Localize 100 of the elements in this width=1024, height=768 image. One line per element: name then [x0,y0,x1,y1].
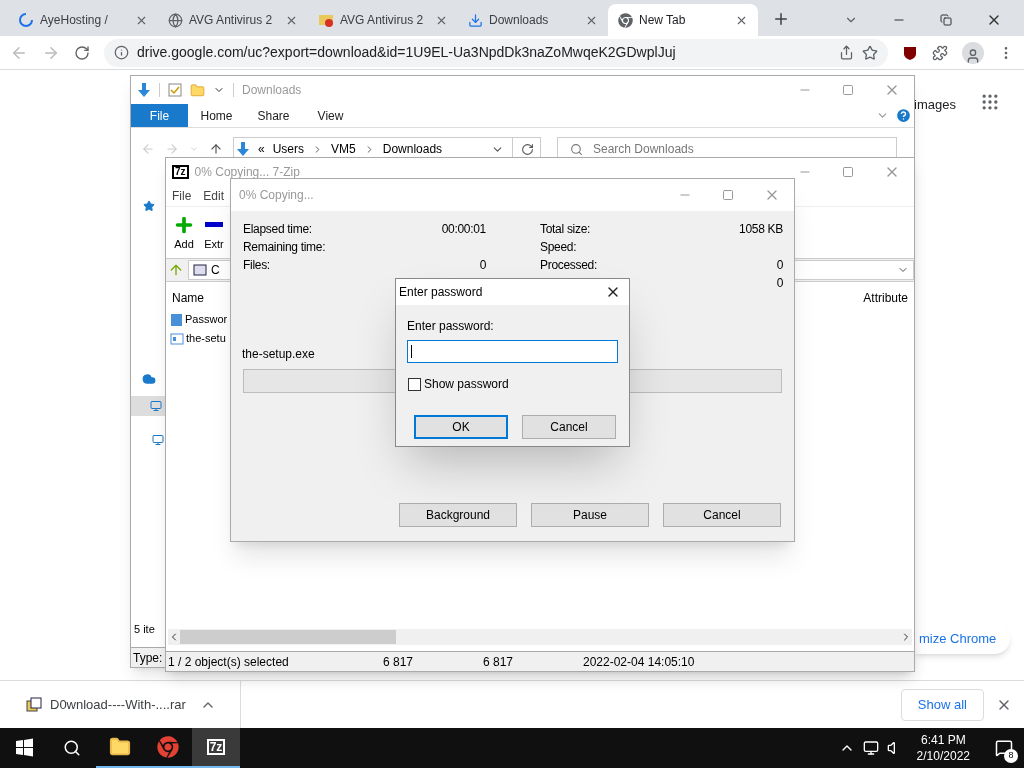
dialog-button[interactable]: OK [414,415,508,439]
stat-label: Speed: [540,239,577,256]
stat-value: 0 [776,257,783,274]
maximize-icon[interactable] [842,166,854,178]
properties-icon[interactable] [168,83,182,97]
notifications-icon[interactable] [995,739,1013,757]
document-icon [170,312,183,327]
status-text: 6 817 [482,653,515,671]
tab-title: AVG Antivirus 2 [189,12,274,29]
download-arrow-icon[interactable] [236,141,250,157]
folder-icon [109,736,131,758]
password-field[interactable] [407,340,618,363]
clock-time[interactable]: 6:41 PM [920,732,966,748]
search-icon[interactable] [63,739,81,757]
details-label: Type: [133,649,163,667]
new-tab-icon[interactable] [772,10,790,28]
ribbon-tab[interactable]: File [131,104,188,127]
window-title: 0% Copying... 7-Zip [194,164,301,181]
restore-icon[interactable] [940,14,952,26]
info-icon[interactable] [114,45,129,60]
column-header[interactable]: Name [172,289,204,307]
item-count: 5 ite [133,621,155,637]
ribbon-tab[interactable]: View [302,104,359,127]
breadcrumb-item[interactable]: VM5 [331,140,356,158]
file-name[interactable]: the-setu [186,330,226,347]
dialog-title: 0% Copying... [239,187,315,204]
program-icon [170,332,184,345]
quick-access-icon[interactable] [142,200,155,212]
menu-item[interactable]: File [172,187,192,205]
cloud-icon[interactable] [141,372,156,386]
overflow-text[interactable]: « [258,140,265,158]
download-file-name[interactable]: D0wnload----With-....rar [50,694,186,715]
stat-value: 0 [776,275,783,292]
column-header[interactable]: Attribute [863,289,908,307]
browser-tab[interactable]: Downloads [458,4,608,36]
stat-value: 0 [479,257,486,274]
menu-item[interactable]: Edit [203,187,225,205]
computer-icon [150,400,162,412]
checkbox[interactable] [408,377,421,391]
share-icon[interactable] [839,45,854,60]
toolbar-button[interactable]: Add [171,213,197,252]
maximize-icon[interactable] [722,189,734,201]
bookmark-star-icon[interactable] [862,44,878,61]
extensions-icon[interactable] [932,44,948,61]
globe-icon [168,12,183,28]
network-icon[interactable] [862,740,879,756]
scrollbar-thumb[interactable] [180,630,396,644]
ribbon-tab[interactable]: Share [245,104,302,127]
search-icon [570,142,583,156]
window-title: Downloads [242,82,303,99]
refresh-icon[interactable] [521,142,534,156]
app-logo: 7z [172,165,189,179]
dialog-button[interactable]: Pause [531,503,649,527]
status-text: 2022-02-04 14:05:10 [582,653,696,671]
stat-label: Processed: [540,257,598,274]
ribbon-tab[interactable]: Home [188,104,245,127]
show-all-button[interactable]: Show all [900,688,984,721]
breadcrumb-item[interactable]: Downloads [382,140,443,158]
browser-tab[interactable]: AVG Antivirus 2 [158,4,308,36]
stat-label: Total size: [540,221,591,238]
shield-icon[interactable] [902,44,918,61]
checkbox-label[interactable]: Show password [424,375,509,393]
breadcrumb-item[interactable]: Users [272,140,305,158]
dialog-title: Enter password [399,284,484,301]
dialog-button[interactable]: Cancel [663,503,781,527]
picture-icon [318,12,334,28]
archive-icon [193,264,207,276]
help-icon[interactable] [895,107,912,124]
dialog-button[interactable]: Cancel [522,415,616,439]
browser-tab[interactable]: New Tab [608,4,758,36]
file-name: the-setup.exe [242,346,315,363]
stat-value: 00:00:01 [441,221,486,238]
address-bar[interactable]: drive.google.com/uc?export=download&id=1U9EL-Ua3NpdDk3naZoMwqeK2GDwplJuj [104,38,888,67]
tab-title: New Tab [639,12,687,29]
clock-date[interactable]: 2/10/2022 [916,748,970,764]
apps-icon[interactable] [980,92,1000,112]
loading-spinner-icon [18,12,34,28]
status-text: 1 / 2 object(s) selected [167,653,290,671]
download-arrow-icon[interactable] [137,82,151,98]
images-link[interactable]: images [914,95,956,115]
dialog-button[interactable]: Background [399,503,517,527]
up-folder-icon[interactable] [168,262,184,278]
stat-value: 1058 KB [739,221,783,238]
notification-badge: 8 [1004,749,1018,763]
nav-item[interactable] [131,396,166,416]
stat-label: Elapsed time: [243,221,312,238]
tab-title: Downloads [489,12,550,29]
file-name[interactable]: Passwor [185,311,228,328]
profile-avatar[interactable] [962,41,984,64]
maximize-icon[interactable] [842,84,854,96]
reload-icon[interactable] [74,44,90,61]
up-icon[interactable] [209,142,223,156]
chrome-icon [618,12,633,28]
browser-tab[interactable]: AVG Antivirus 2 [308,4,458,36]
toolbar-button[interactable]: Extr [201,213,227,252]
minus-icon [205,222,223,227]
browser-tab[interactable]: AyeHosting / [8,4,158,36]
customize-chrome-button[interactable]: mize Chrome [915,624,1011,654]
chrome-icon [157,736,179,758]
taskbar-app[interactable]: 7z [192,728,240,768]
